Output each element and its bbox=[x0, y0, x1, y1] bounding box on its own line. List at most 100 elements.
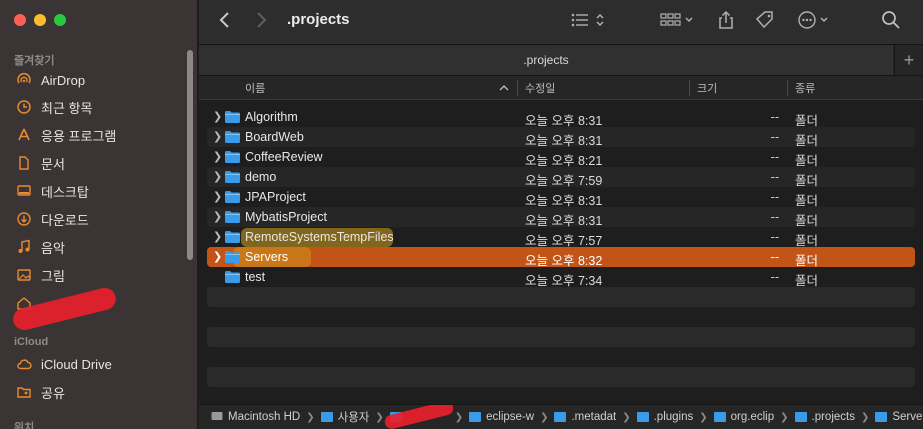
tab-projects[interactable]: .projects bbox=[199, 45, 893, 75]
file-size: -- bbox=[770, 130, 779, 144]
table-row[interactable]: ❯ MybatisProject 오늘 오후 8:31 -- 폴더 bbox=[207, 207, 915, 228]
sidebar-item-icloud-drive[interactable]: iCloud Drive bbox=[16, 353, 186, 375]
group-button[interactable] bbox=[659, 10, 697, 32]
file-name: demo bbox=[245, 170, 277, 184]
column-date[interactable]: 수정일 bbox=[525, 76, 555, 100]
sidebar-item-recents[interactable]: 최근 항목 bbox=[16, 96, 186, 118]
forward-button[interactable] bbox=[255, 10, 267, 32]
search-button[interactable] bbox=[881, 10, 901, 32]
sidebar-item-music[interactable]: 음악 bbox=[16, 236, 186, 258]
cloud-icon bbox=[16, 356, 32, 372]
music-icon bbox=[16, 239, 32, 255]
path-label: .projects bbox=[811, 411, 855, 423]
disclosure-chevron-icon[interactable]: ❯ bbox=[213, 250, 222, 263]
actions-button[interactable] bbox=[797, 10, 833, 32]
table-row[interactable]: test 오늘 오후 7:34 -- 폴더 bbox=[207, 267, 915, 288]
sidebar-item-label: 그림 bbox=[41, 268, 65, 284]
disclosure-chevron-icon[interactable]: ❯ bbox=[213, 150, 222, 163]
table-row[interactable]: ❯ CoffeeReview 오늘 오후 8:21 -- 폴더 bbox=[207, 147, 915, 168]
table-row[interactable]: ❯ BoardWeb 오늘 오후 8:31 -- 폴더 bbox=[207, 127, 915, 148]
path-item-metadata[interactable]: .metadat bbox=[554, 411, 616, 423]
list-view-icon bbox=[570, 11, 608, 32]
sidebar-item-shared[interactable]: 공유 bbox=[16, 381, 186, 403]
folder-icon bbox=[225, 271, 240, 286]
path-item-users[interactable]: 사용자 bbox=[320, 409, 369, 425]
file-name: RemoteSystemsTempFiles bbox=[245, 230, 394, 244]
list-view-button[interactable] bbox=[570, 10, 608, 32]
path-separator-icon: ❯ bbox=[699, 411, 708, 423]
column-divider[interactable] bbox=[517, 80, 518, 96]
sidebar-item-label: AirDrop bbox=[41, 72, 86, 88]
folder-icon bbox=[794, 412, 807, 422]
sidebar-item-pictures[interactable]: 그림 bbox=[16, 264, 186, 286]
path-label: Macintosh HD bbox=[228, 411, 301, 423]
sort-ascending-icon[interactable] bbox=[499, 76, 509, 100]
disclosure-chevron-icon[interactable]: ❯ bbox=[213, 190, 222, 203]
path-label: org.eclip bbox=[730, 411, 775, 423]
column-date-label: 수정일 bbox=[525, 83, 556, 95]
disk-icon bbox=[211, 411, 223, 424]
file-name: MybatisProject bbox=[245, 210, 327, 224]
path-item-eclipse-workspace[interactable]: eclipse-w bbox=[469, 411, 534, 423]
locations-header: 위치 bbox=[14, 422, 35, 429]
minimize-window-button[interactable] bbox=[34, 14, 46, 26]
table-row[interactable]: ❯ JPAProject 오늘 오후 8:31 -- 폴더 bbox=[207, 187, 915, 208]
sidebar-item-documents[interactable]: 문서 bbox=[16, 152, 186, 174]
chevron-left-icon bbox=[219, 11, 231, 32]
file-size: -- bbox=[770, 270, 779, 284]
share-button[interactable] bbox=[717, 10, 735, 32]
grid-icon bbox=[659, 11, 697, 32]
column-divider[interactable] bbox=[787, 80, 788, 96]
zoom-window-button[interactable] bbox=[54, 14, 66, 26]
path-item-projects[interactable]: .projects bbox=[794, 411, 855, 423]
tag-button[interactable] bbox=[754, 10, 776, 32]
column-divider[interactable] bbox=[689, 80, 690, 96]
table-row[interactable]: ❯ demo 오늘 오후 7:59 -- 폴더 bbox=[207, 167, 915, 188]
table-row[interactable]: ❯ Algorithm 오늘 오후 8:31 -- 폴더 bbox=[207, 107, 915, 128]
path-separator-icon: ❯ bbox=[375, 411, 384, 423]
path-separator-icon: ❯ bbox=[540, 411, 549, 423]
close-window-button[interactable] bbox=[14, 14, 26, 26]
column-name[interactable]: 이름 bbox=[245, 76, 265, 100]
sidebar-item-label: iCloud Drive bbox=[41, 356, 112, 372]
disclosure-chevron-icon[interactable]: ❯ bbox=[213, 170, 222, 183]
table-row[interactable]: ❯ RemoteSystemsTempFiles 오늘 오후 7:57 -- 폴… bbox=[207, 227, 915, 248]
folder-icon bbox=[225, 191, 240, 206]
new-tab-button[interactable]: + bbox=[894, 45, 923, 75]
sidebar-item-downloads[interactable]: 다운로드 bbox=[16, 208, 186, 230]
column-header: 이름 수정일 크기 종류 bbox=[199, 76, 923, 100]
window-controls bbox=[14, 14, 66, 26]
sidebar-scrollbar[interactable] bbox=[187, 50, 193, 260]
sidebar-item-label: 데스크탑 bbox=[41, 184, 89, 200]
column-kind[interactable]: 종류 bbox=[795, 76, 815, 100]
path-label: Servers bbox=[892, 411, 923, 423]
column-size[interactable]: 크기 bbox=[697, 76, 717, 100]
path-item-macintosh-hd[interactable]: Macintosh HD bbox=[211, 411, 300, 424]
path-separator-icon: ❯ bbox=[454, 411, 464, 423]
download-icon bbox=[16, 211, 32, 227]
disclosure-chevron-icon[interactable]: ❯ bbox=[213, 210, 222, 223]
back-button[interactable] bbox=[219, 10, 231, 32]
file-size: -- bbox=[770, 110, 779, 124]
table-row-selected[interactable]: ❯ Servers 오늘 오후 8:32 -- 폴더 bbox=[207, 247, 915, 268]
disclosure-chevron-icon[interactable]: ❯ bbox=[213, 110, 222, 123]
path-item-plugins[interactable]: .plugins bbox=[636, 411, 694, 423]
folder-icon bbox=[713, 412, 726, 422]
disclosure-chevron-icon[interactable]: ❯ bbox=[213, 230, 222, 243]
disclosure-chevron-icon[interactable]: ❯ bbox=[213, 130, 222, 143]
path-label: .metadat bbox=[571, 411, 617, 423]
folder-icon bbox=[225, 251, 240, 266]
path-item-org-eclipse[interactable]: org.eclip bbox=[713, 411, 775, 423]
path-item-servers[interactable]: Servers bbox=[875, 411, 923, 423]
folder-icon bbox=[636, 412, 649, 422]
path-bar: Macintosh HD ❯ 사용자 ❯ ❯ eclipse-w ❯ .meta… bbox=[199, 404, 923, 429]
path-separator-icon: ❯ bbox=[780, 411, 789, 423]
folder-icon bbox=[225, 231, 240, 246]
document-icon bbox=[16, 155, 32, 171]
sidebar-item-applications[interactable]: 응용 프로그램 bbox=[16, 124, 186, 146]
path-label: .plugins bbox=[653, 411, 694, 423]
sidebar-item-airdrop[interactable]: AirDrop bbox=[16, 69, 186, 91]
sidebar-item-desktop[interactable]: 데스크탑 bbox=[16, 180, 186, 202]
path-item-user-home[interactable] bbox=[383, 405, 455, 429]
file-name: Algorithm bbox=[245, 110, 298, 124]
